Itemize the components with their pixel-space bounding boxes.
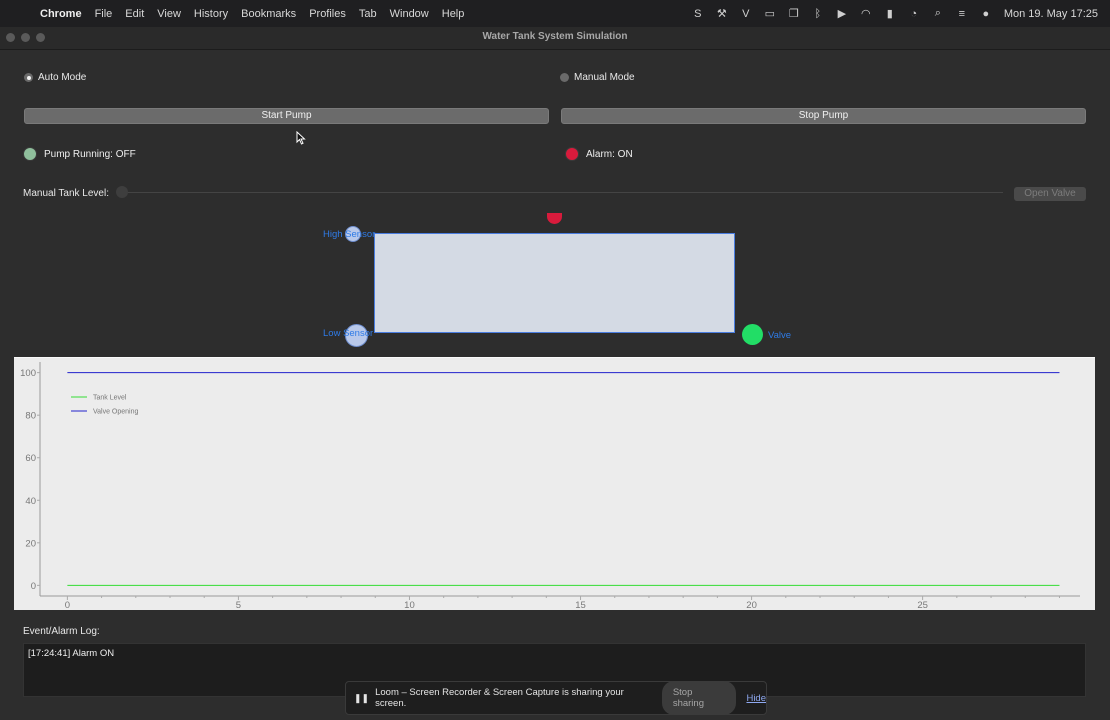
- auto-mode-label: Auto Mode: [38, 72, 87, 83]
- menu-view[interactable]: View: [157, 8, 181, 20]
- water-tank: [374, 233, 735, 333]
- search-icon[interactable]: ⌕: [932, 7, 944, 20]
- high-sensor-label: High Sensor: [323, 229, 376, 240]
- stop-sharing-button[interactable]: Stop sharing: [661, 681, 737, 715]
- menu-profiles[interactable]: Profiles: [309, 8, 346, 20]
- menu-bookmarks[interactable]: Bookmarks: [241, 8, 296, 20]
- loom-sharing-message: Loom – Screen Recorder & Screen Capture …: [375, 687, 624, 709]
- bluetooth-icon[interactable]: ᛒ: [812, 8, 824, 20]
- battery-icon[interactable]: ▮: [884, 8, 896, 20]
- auto-mode-radio[interactable]: Auto Mode: [24, 72, 86, 83]
- chart-y-tick-label: 80: [25, 411, 36, 422]
- app-window: Water Tank System Simulation Auto Mode M…: [0, 27, 1110, 720]
- radio-selected-icon[interactable]: [24, 73, 33, 82]
- chart-legend-label: Valve Opening: [93, 409, 139, 416]
- open-valve-button[interactable]: Open Valve: [1014, 187, 1086, 201]
- chart-y-tick-label: 40: [25, 496, 36, 507]
- chart-x-tick-label: 10: [404, 600, 415, 610]
- extension-icon[interactable]: S: [692, 8, 704, 20]
- radio-unselected-icon[interactable]: [560, 73, 569, 82]
- menu-window[interactable]: Window: [390, 8, 429, 20]
- menu-history[interactable]: History: [194, 8, 228, 20]
- chart-y-tick-label: 20: [25, 538, 36, 549]
- menu-app-name[interactable]: Chrome: [40, 8, 82, 20]
- manual-mode-label: Manual Mode: [574, 72, 635, 83]
- chart-y-tick-label: 60: [25, 453, 36, 464]
- menu-help[interactable]: Help: [442, 8, 465, 20]
- log-entry: [17:24:41] Alarm ON: [28, 648, 115, 659]
- mouse-cursor-icon: [296, 131, 306, 145]
- chart-y-tick-label: 0: [31, 581, 36, 592]
- menu-edit[interactable]: Edit: [125, 8, 144, 20]
- menu-clock[interactable]: Mon 19. May 17:25: [1004, 8, 1098, 20]
- siri-icon[interactable]: ●: [980, 8, 992, 20]
- menu-file[interactable]: File: [95, 8, 113, 20]
- level-chart: 0 5 10 15 20 25 0 20 40 60 80 100 Tank Level Valve Op…: [14, 357, 1095, 611]
- window-titlebar: Water Tank System Simulation: [0, 27, 1110, 50]
- pump-status: Pump Running: OFF: [23, 147, 136, 161]
- manual-level-slider-track[interactable]: [118, 192, 1003, 193]
- chart-y-tick-label: 100: [20, 368, 36, 379]
- airplay-audio-icon[interactable]: ◠: [860, 8, 872, 20]
- apple-logo-icon[interactable]: [14, 7, 26, 21]
- chart-x-tick-label: 20: [746, 600, 757, 610]
- hide-banner-link[interactable]: Hide: [746, 693, 766, 704]
- chart-x-tick-label: 0: [65, 600, 70, 610]
- alarm-status-label: Alarm: ON: [586, 148, 633, 160]
- alarm-status: Alarm: ON: [565, 147, 633, 161]
- pause-icon[interactable]: ❚❚: [354, 693, 369, 704]
- chart-x-tick-label: 25: [917, 600, 928, 610]
- window-title: Water Tank System Simulation: [482, 31, 628, 42]
- vector-icon[interactable]: V: [740, 8, 752, 20]
- event-log-label: Event/Alarm Log:: [23, 626, 100, 637]
- screen-mirror-icon[interactable]: ❐: [788, 8, 800, 20]
- valve-label: Valve: [768, 330, 792, 341]
- chart-x-tick-label: 5: [236, 600, 241, 610]
- chart-x-tick-label: 15: [575, 600, 586, 610]
- display-icon[interactable]: ▭: [764, 8, 776, 20]
- manual-mode-radio[interactable]: Manual Mode: [560, 72, 635, 83]
- status-area: S ⚒ V ▭ ❐ ᛒ ▶ ◠ ▮ ◔ ⌕ ≡ ● Mon 19. May 17…: [680, 0, 1098, 27]
- pump-status-lamp: [23, 147, 37, 161]
- low-sensor-label: Low Sensor: [323, 328, 374, 339]
- start-pump-button[interactable]: Start Pump: [24, 108, 549, 124]
- alarm-status-lamp: [565, 147, 579, 161]
- inflow-indicator: [547, 213, 562, 224]
- manual-level-label: Manual Tank Level:: [23, 188, 109, 199]
- loom-sharing-banner: ❚❚ Loom – Screen Recorder & Screen Captu…: [345, 681, 767, 715]
- level-chart-svg: 0 5 10 15 20 25 0 20 40 60 80 100 Tank Level Valve Op…: [20, 362, 1080, 611]
- control-center-icon[interactable]: ≡: [956, 8, 968, 20]
- menu-tab[interactable]: Tab: [359, 8, 377, 20]
- tools-icon[interactable]: ⚒: [716, 8, 728, 20]
- chart-legend-label: Tank Level: [93, 395, 127, 402]
- wifi-icon[interactable]: ◔: [908, 8, 920, 20]
- macos-menu-bar: Chrome File Edit View History Bookmarks …: [0, 0, 1110, 27]
- pump-status-label: Pump Running: OFF: [44, 148, 136, 160]
- play-icon[interactable]: ▶: [836, 8, 848, 20]
- manual-level-slider-knob[interactable]: [116, 186, 128, 198]
- stop-pump-button[interactable]: Stop Pump: [561, 108, 1086, 124]
- valve-indicator: [742, 324, 763, 345]
